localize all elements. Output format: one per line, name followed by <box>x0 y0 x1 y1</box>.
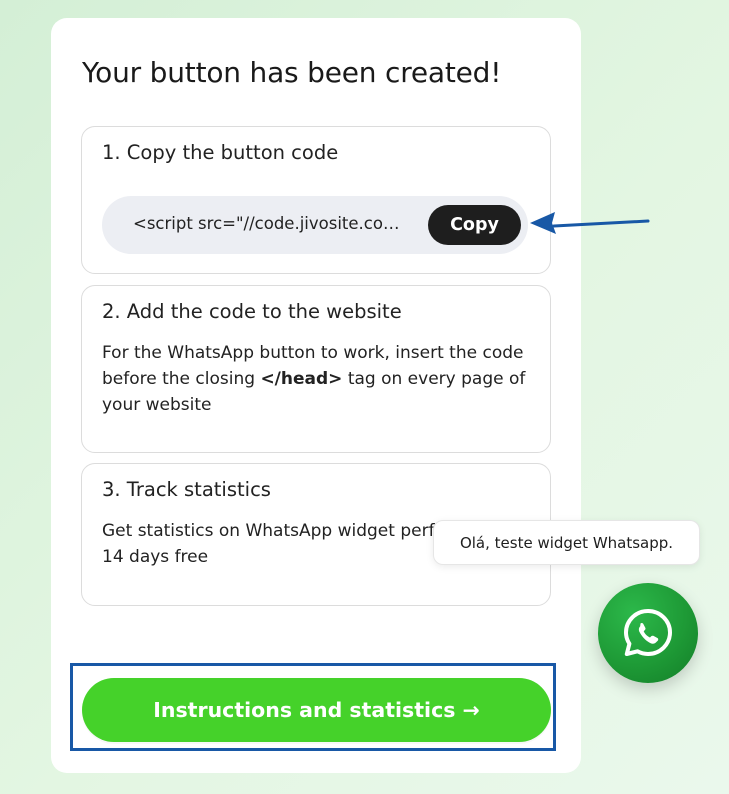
page-title: Your button has been created! <box>82 56 502 89</box>
copy-button[interactable]: Copy <box>428 205 521 245</box>
step-add-code: 2. Add the code to the website For the W… <box>81 285 551 453</box>
whatsapp-icon <box>624 609 672 656</box>
code-snippet-text[interactable]: <script src="//code.jivosite.co… <box>133 214 399 233</box>
whatsapp-greeting-bubble[interactable]: Olá, teste widget Whatsapp. <box>433 520 700 565</box>
instructions-statistics-button[interactable]: Instructions and statistics → <box>82 678 551 742</box>
step-copy-code: 1. Copy the button code <script src="//c… <box>81 126 551 274</box>
step-heading: 2. Add the code to the website <box>102 300 402 323</box>
whatsapp-widget-button[interactable] <box>598 583 698 683</box>
step-description: For the WhatsApp button to work, insert … <box>102 340 532 418</box>
step-heading: 3. Track statistics <box>102 478 271 501</box>
success-card: Your button has been created! 1. Copy th… <box>51 18 581 773</box>
head-tag-text: </head> <box>260 369 343 389</box>
step-heading: 1. Copy the button code <box>102 141 339 164</box>
code-snippet-field[interactable]: <script src="//code.jivosite.co… Copy <box>102 196 528 254</box>
annotation-arrow-icon <box>530 212 650 234</box>
